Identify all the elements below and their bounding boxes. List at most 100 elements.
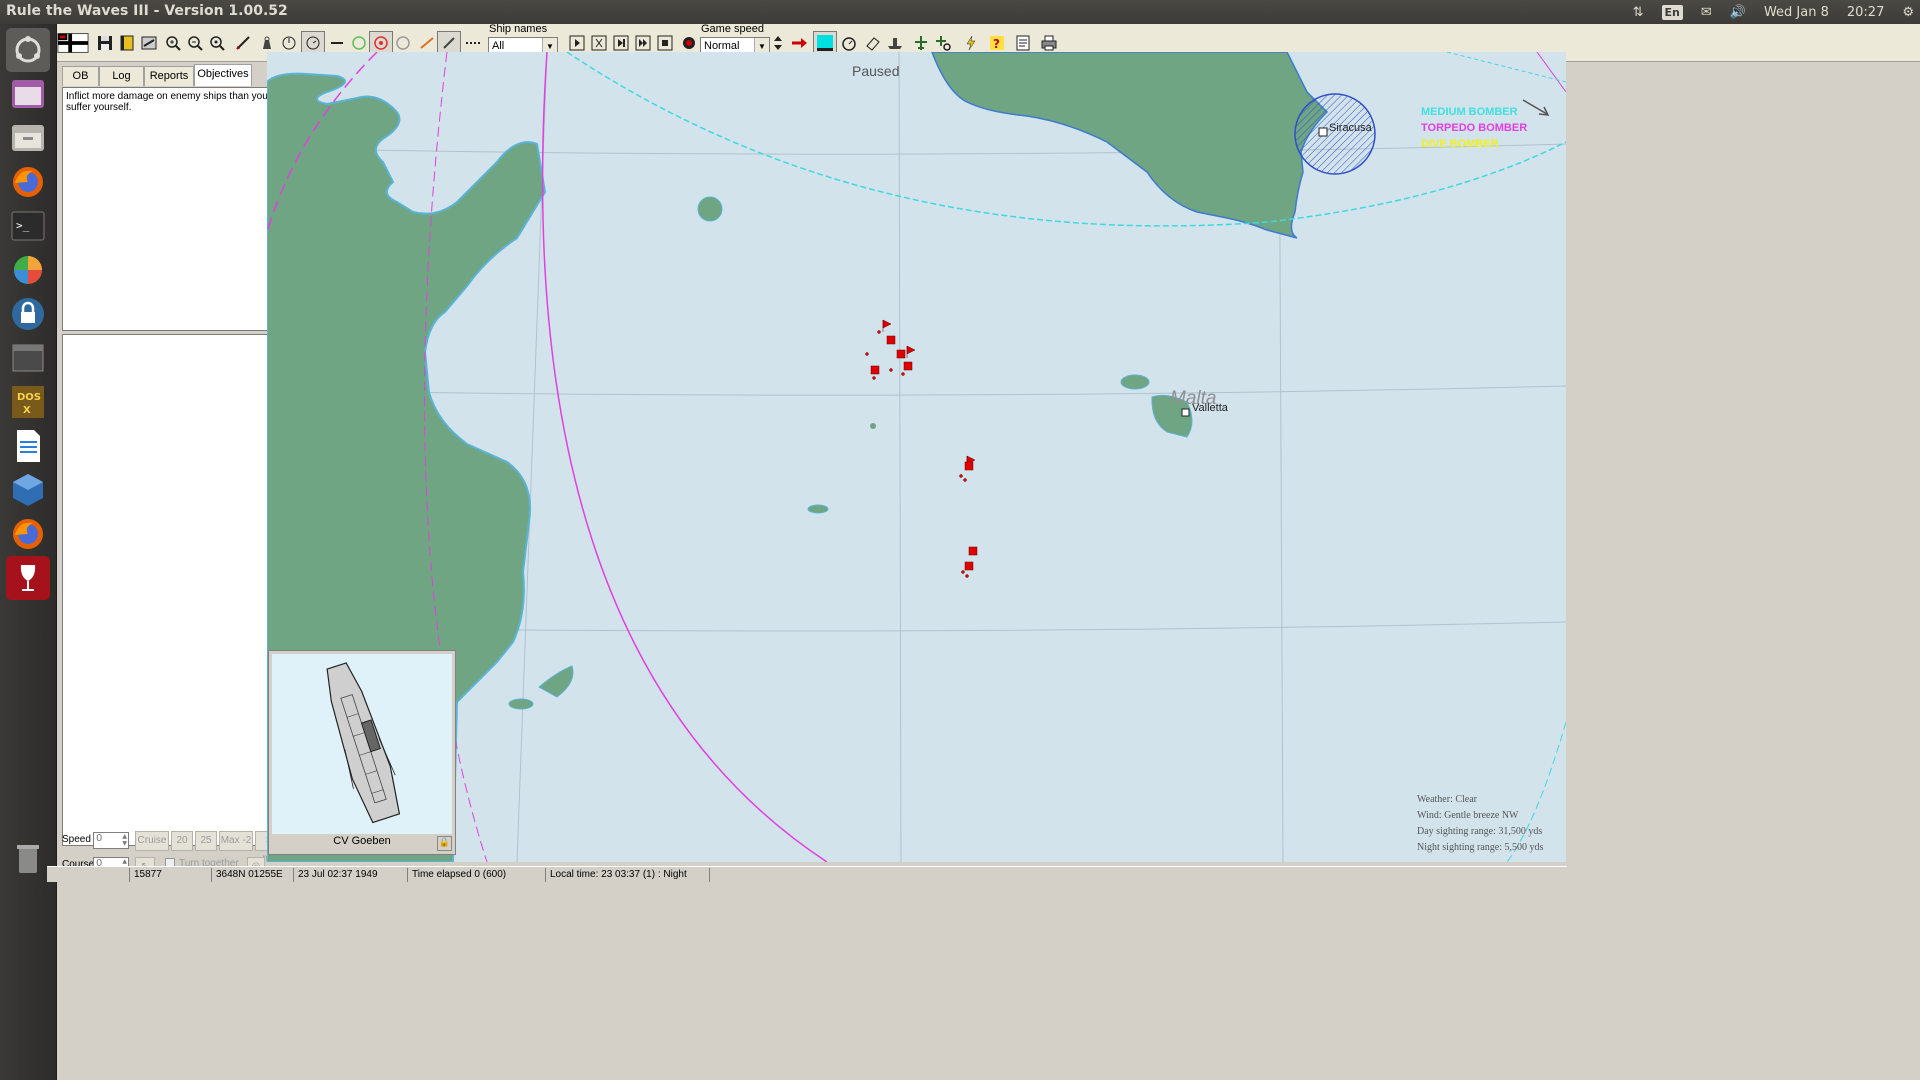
status-bar: 15877 3648N 01255E 23 Jul 02:37 1949 Tim… [47,866,1567,882]
firefox-icon[interactable] [6,160,50,204]
ship-list-icon[interactable] [137,31,161,55]
speed-20-button[interactable]: 20 [171,831,193,851]
settings-gear-icon[interactable]: ⚙ [1902,5,1914,20]
tab-reports[interactable]: Reports [144,66,194,86]
siracusa-range-circle [1294,93,1376,175]
window-title: Rule the Waves III - Version 1.00.52 [6,3,288,19]
svg-text:?: ? [993,37,1000,51]
ship-preview-panel: CV Goeben 🔒 [268,650,456,855]
top-panel: Rule the Waves III - Version 1.00.52 ⇅ E… [0,0,1920,24]
zoom-fit-icon[interactable] [205,31,229,55]
color-picker-icon[interactable] [6,248,50,292]
status-elapsed: Time elapsed 0 (600) [407,868,545,882]
document-writer-icon[interactable] [6,424,50,468]
valletta-port-marker[interactable] [1181,408,1190,417]
tab-log[interactable]: Log [99,66,144,86]
enemy-ship-flag[interactable] [882,319,892,332]
system-tray: ⇅ En ✉ 🔊 Wed Jan 8 20:27 ⚙ [1633,0,1920,24]
svg-text:>_: >_ [16,219,30,232]
enemy-ship-marker[interactable] [886,335,896,345]
objective-text: Inflict more damage on enemy ships than … [66,91,268,113]
keyboard-layout-indicator[interactable]: En [1661,4,1683,20]
firefox-icon[interactable] [6,512,50,556]
speed-label: Speed [62,834,91,845]
lock-icon[interactable]: 🔒 [437,836,452,851]
speed-spinner[interactable]: 0 ▲ ▼ [93,832,129,849]
valletta-label: Valletta [1192,402,1228,414]
terminal-icon[interactable]: >_ [6,204,50,248]
spinner-arrows-icon[interactable]: ▲▼ [122,833,127,847]
enemy-ships[interactable] [865,319,978,578]
legend-torpedo-bomber: TORPEDO BOMBER [1421,122,1528,134]
pantelleria-island [697,196,723,222]
legend-dive-bomber: DIVE BOMBER [1421,138,1499,150]
clock-time[interactable]: 20:27 [1847,5,1884,20]
virtualbox-icon[interactable] [6,468,50,512]
ship-preview-image [272,654,452,834]
tab-ob[interactable]: OB [62,66,99,86]
siracusa-port-marker[interactable] [1318,127,1328,137]
paused-indicator: Paused [852,63,900,79]
dosbox-icon[interactable]: DOS X [6,380,50,424]
ship-names-value: All [492,40,505,52]
weather-text: Weather: Clear [1417,794,1477,805]
weather-panel: Weather: Clear Wind: Gentle breeze NW Da… [1417,792,1543,856]
status-local-time: Local time: 23 03:37 (1) : Night [545,868,709,882]
tab-objectives[interactable]: Objectives [194,64,252,86]
network-icon[interactable]: ⇅ [1633,5,1644,20]
measure-icon[interactable] [231,31,255,55]
status-position: 3648N 01255E [211,868,293,882]
window-app-icon[interactable] [6,336,50,380]
speed-25-button[interactable]: 25 [195,831,217,851]
zoom-out-icon[interactable] [183,31,207,55]
zoom-in-icon[interactable] [161,31,185,55]
ship-preview-caption: CV Goeben [333,835,391,847]
cruise-speed-button[interactable]: Cruise [135,831,169,851]
svg-text:DOS: DOS [17,392,41,403]
rock-island [870,423,876,429]
legend-medium-bomber: MEDIUM BOMBER [1421,106,1518,118]
sicily-landmass [931,52,1329,239]
game-speed-label: Game speed [701,23,764,35]
flag-icon [56,31,90,55]
status-datetime: 23 Jul 02:37 1949 [293,868,407,882]
file-manager-icon[interactable] [6,116,50,160]
app-window-icon[interactable] [6,72,50,116]
volume-icon[interactable]: 🔊 [1730,5,1746,20]
wind-text: Wind: Gentle breeze NW [1417,810,1519,821]
launcher: >_ DOS X [0,24,57,1080]
night-sighting-text: Night sighting range: 5,500 yds [1417,842,1544,853]
linosa-island [508,698,534,710]
speed-value: 0 [96,833,103,844]
ship-names-label: Ship names [489,23,548,35]
enemy-ship-marker[interactable] [870,365,880,375]
range-arc-magenta-ne [1536,52,1566,93]
tactical-map[interactable]: Paused Siracusa Malta Valletta MEDIUM BO… [267,52,1566,862]
game-speed-value: Normal [704,40,740,52]
notebook-icon[interactable] [115,31,139,55]
save-icon[interactable] [93,31,117,55]
enemy-ship-marker[interactable] [896,349,906,359]
enemy-ship-flag[interactable] [906,345,916,358]
enemy-ship-marker[interactable] [903,361,913,371]
password-lock-icon[interactable] [6,292,50,336]
enemy-ship-marker[interactable] [964,461,974,471]
status-empty-cell [709,868,729,882]
siracusa-label: Siracusa [1329,122,1372,134]
dash-home-icon[interactable] [6,28,50,72]
mail-icon[interactable]: ✉ [1701,5,1712,20]
map-canvas [267,52,1566,862]
range-arc-magenta [541,52,828,862]
max-minus-2-button[interactable]: Max -2 [219,831,253,851]
wine-icon[interactable] [6,556,50,600]
svg-text:X: X [23,405,31,416]
trash-icon[interactable] [6,836,50,880]
status-id: 15877 [129,868,211,882]
lampione-island [807,504,829,514]
clock-date[interactable]: Wed Jan 8 [1764,5,1829,20]
day-sighting-text: Day sighting range: 31,500 yds [1417,826,1543,837]
gozo-island [1120,374,1150,390]
enemy-ship-marker[interactable] [964,561,974,571]
enemy-ship-marker[interactable] [968,546,978,556]
wind-arrow-icon [1522,99,1548,115]
